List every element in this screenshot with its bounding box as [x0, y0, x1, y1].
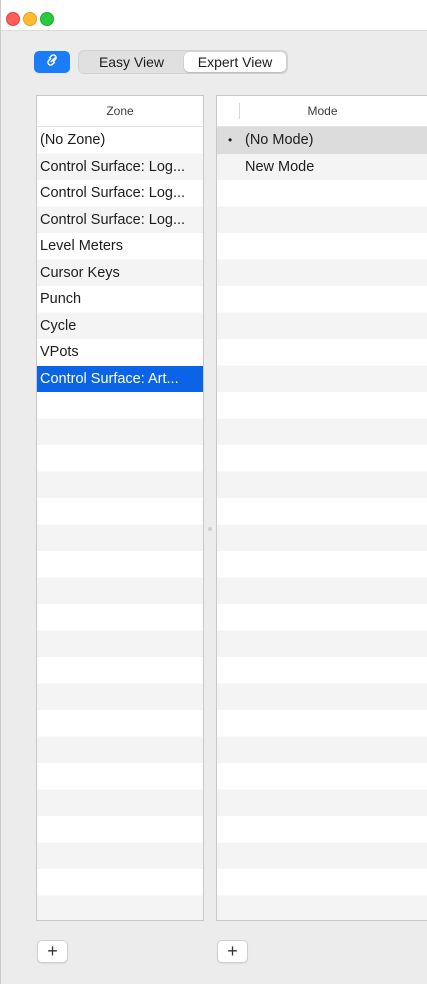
view-mode-segmented-control: Easy View Expert View — [78, 50, 288, 74]
zone-row[interactable]: VPots — [37, 339, 203, 366]
link-button[interactable] — [34, 51, 70, 73]
link-icon — [43, 51, 61, 74]
mode-row[interactable]: New Mode — [217, 154, 427, 181]
zoom-window-button[interactable] — [40, 12, 54, 26]
zone-row[interactable]: Control Surface: Log... — [37, 154, 203, 181]
mode-row-selected[interactable]: • (No Mode) — [217, 127, 427, 154]
easy-view-tab[interactable]: Easy View — [80, 52, 183, 72]
control-surface-window: Easy View Expert View Zone (No Zone) Con… — [0, 0, 427, 984]
title-bar — [1, 0, 427, 31]
mode-list: • (No Mode) New Mode — [217, 127, 427, 920]
split-view-divider-handle[interactable] — [208, 527, 212, 531]
zone-row[interactable]: Cursor Keys — [37, 260, 203, 287]
plus-icon: + — [227, 941, 238, 961]
zone-row[interactable]: (No Zone) — [37, 127, 203, 154]
zone-row[interactable]: Cycle — [37, 313, 203, 340]
zone-table: Zone (No Zone) Control Surface: Log... C… — [36, 95, 204, 921]
column-separator — [239, 103, 240, 119]
mode-row-label: (No Mode) — [245, 132, 314, 148]
zone-row[interactable]: Level Meters — [37, 233, 203, 260]
current-mode-bullet: • — [228, 133, 233, 147]
plus-icon: + — [47, 941, 58, 961]
zone-column-header[interactable]: Zone — [37, 96, 203, 127]
zone-list: (No Zone) Control Surface: Log... Contro… — [37, 127, 203, 920]
mode-column-header[interactable]: Mode — [217, 96, 427, 127]
minimize-window-button[interactable] — [23, 12, 37, 26]
mode-row-label: New Mode — [245, 158, 315, 175]
zone-row[interactable]: Control Surface: Log... — [37, 207, 203, 234]
add-zone-button[interactable]: + — [37, 940, 68, 963]
mode-column-title: Mode — [307, 104, 338, 118]
close-window-button[interactable] — [6, 12, 20, 26]
zone-row[interactable]: Punch — [37, 286, 203, 313]
expert-view-tab[interactable]: Expert View — [184, 52, 286, 72]
zone-row-selected[interactable]: Control Surface: Art... — [37, 365, 203, 392]
zone-row[interactable]: Control Surface: Log... — [37, 180, 203, 207]
add-mode-button[interactable]: + — [217, 940, 248, 963]
mode-table: Mode • (No Mode) New Mode — [216, 95, 427, 921]
